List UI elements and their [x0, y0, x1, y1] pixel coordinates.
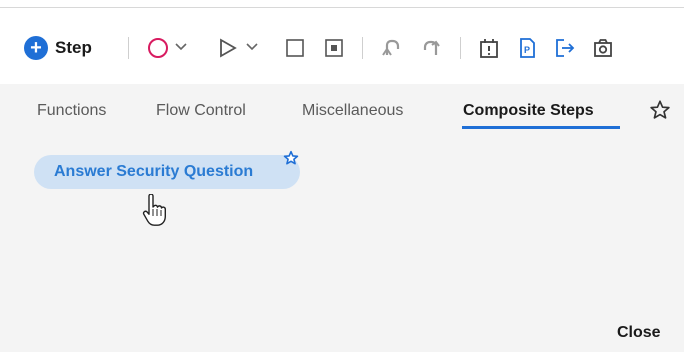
plus-icon: + — [24, 36, 48, 60]
record-icon — [148, 38, 168, 58]
run-button[interactable] — [217, 36, 239, 60]
tab-composite-steps[interactable]: Composite Steps — [463, 102, 594, 120]
stop-button[interactable] — [284, 37, 306, 59]
pause-button[interactable] — [323, 37, 345, 59]
stop-icon — [286, 39, 304, 57]
toolbar-separator — [128, 37, 129, 59]
chevron-down-icon — [175, 43, 187, 51]
tab-flow-control[interactable]: Flow Control — [156, 102, 246, 120]
tab-functions[interactable]: Functions — [37, 102, 106, 120]
play-icon — [220, 38, 237, 58]
undo-icon — [382, 39, 400, 56]
active-tab-indicator — [462, 126, 620, 129]
export-button[interactable] — [553, 36, 577, 60]
favorites-tab[interactable] — [648, 98, 672, 122]
close-button[interactable]: Close — [617, 324, 661, 342]
run-dropdown-button[interactable] — [245, 40, 259, 54]
pause-icon — [325, 39, 343, 57]
star-icon — [283, 150, 299, 165]
breakpoint-icon — [480, 39, 498, 58]
chevron-down-icon — [246, 43, 258, 51]
redo-button[interactable] — [419, 36, 443, 60]
top-border — [0, 0, 684, 8]
undo-button[interactable] — [380, 36, 404, 60]
record-button[interactable] — [146, 36, 170, 60]
redo-icon — [423, 40, 440, 55]
steps-panel: Functions Flow Control Miscellaneous Com… — [0, 84, 684, 352]
breakpoint-button[interactable] — [477, 36, 501, 60]
record-dropdown-button[interactable] — [174, 40, 188, 54]
parameter-icon: P — [520, 38, 535, 58]
parameter-button[interactable]: P — [515, 36, 539, 60]
tab-miscellaneous[interactable]: Miscellaneous — [302, 102, 403, 120]
camera-icon — [594, 39, 612, 57]
tab-bar: Functions Flow Control Miscellaneous Com… — [0, 84, 684, 134]
toolbar-separator — [362, 37, 363, 59]
composite-step-label: Answer Security Question — [54, 163, 254, 180]
toolbar-separator — [460, 37, 461, 59]
step-label: Step — [55, 38, 92, 57]
screenshot-button[interactable] — [591, 36, 615, 60]
toolbar: + Step P — [0, 9, 684, 84]
favorite-star-button[interactable] — [283, 150, 299, 166]
composite-step-item[interactable]: Answer Security Question — [34, 155, 300, 189]
svg-text:P: P — [524, 45, 530, 55]
add-step-button[interactable]: + Step — [24, 35, 92, 61]
hand-cursor-icon — [142, 194, 166, 226]
export-icon — [556, 39, 575, 57]
star-icon — [650, 100, 670, 119]
